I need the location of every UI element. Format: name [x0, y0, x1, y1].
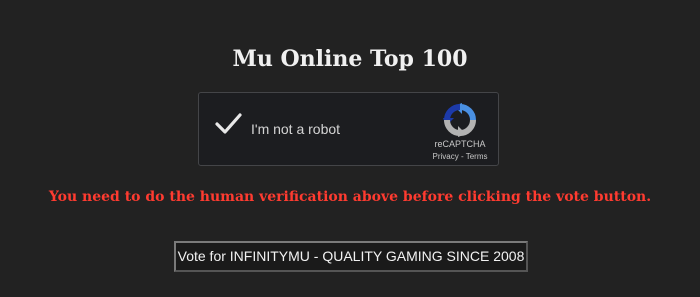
- verification-warning: You need to do the human verification ab…: [48, 189, 652, 205]
- page-title: Mu Online Top 100: [232, 46, 468, 72]
- links-separator: -: [460, 152, 464, 161]
- captcha-label: I'm not a robot: [251, 121, 341, 137]
- privacy-link[interactable]: Privacy: [433, 152, 459, 161]
- vote-page: Mu Online Top 100 I'm not a robot reCAPT…: [0, 0, 700, 297]
- terms-link[interactable]: Terms: [466, 152, 488, 161]
- recaptcha-brand: reCAPTCHA: [434, 139, 486, 149]
- recaptcha-links: Privacy - Terms: [421, 152, 499, 162]
- recaptcha-logo-icon: [443, 103, 476, 137]
- checkmark-icon[interactable]: [212, 108, 244, 140]
- vote-button[interactable]: Vote for INFINITYMU - QUALITY GAMING SIN…: [174, 241, 528, 272]
- recaptcha-widget: I'm not a robot reCAPTCHA Privacy - Term…: [198, 92, 499, 166]
